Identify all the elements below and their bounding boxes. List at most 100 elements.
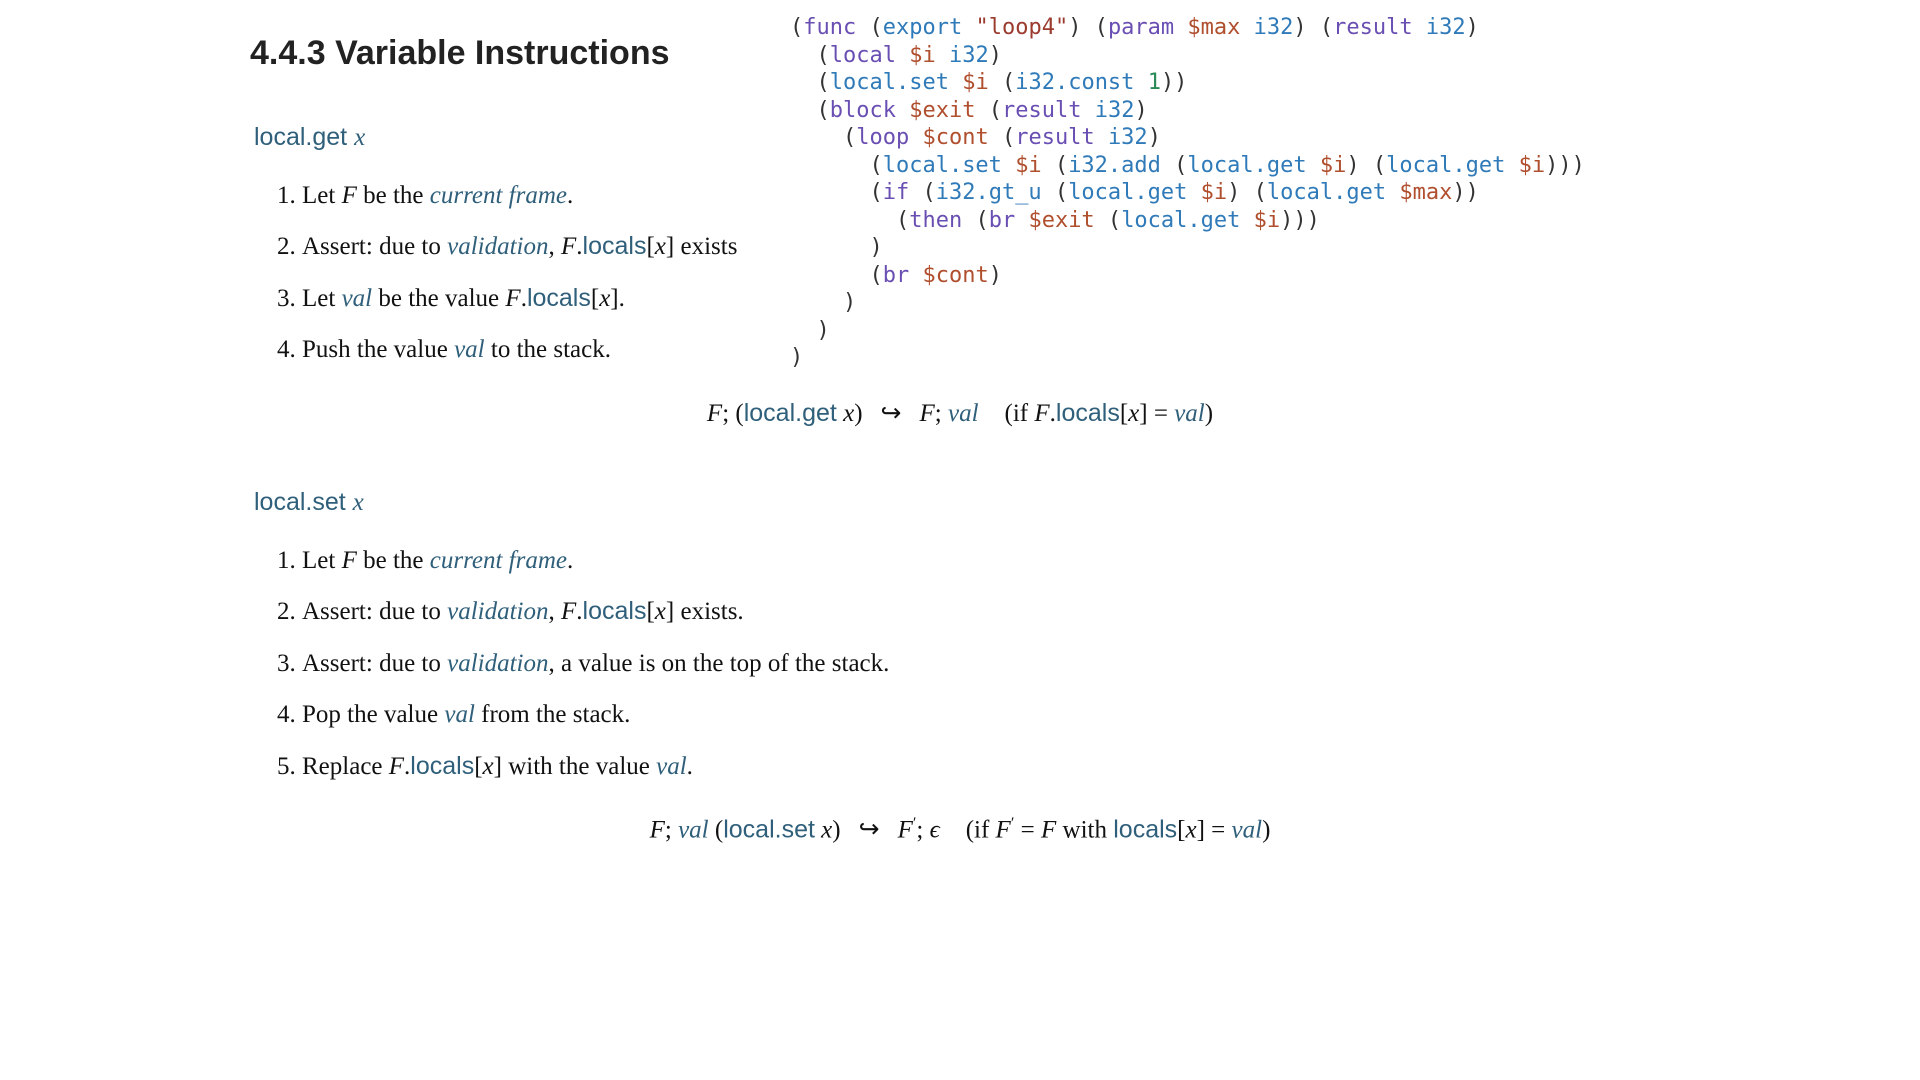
var-x: x xyxy=(354,124,365,151)
c xyxy=(1002,153,1015,178)
c: block xyxy=(830,98,896,123)
c xyxy=(909,263,922,288)
c: ( xyxy=(856,15,883,40)
c: $i xyxy=(1201,180,1228,205)
c: $i xyxy=(1015,153,1042,178)
c: local.get xyxy=(1121,208,1240,233)
math-x: x xyxy=(843,400,854,427)
c xyxy=(1081,98,1094,123)
math-F: F xyxy=(1034,400,1049,427)
math-val: val xyxy=(444,701,475,728)
c: i32 xyxy=(949,43,989,68)
step: Pop the value val from the stack. xyxy=(302,696,1670,734)
math-F: F xyxy=(919,400,934,427)
c: ) xyxy=(790,345,803,370)
c: ( xyxy=(790,208,909,233)
text: with xyxy=(1056,816,1113,843)
link-validation[interactable]: validation xyxy=(447,598,548,625)
link-validation[interactable]: validation xyxy=(447,233,548,260)
text: if xyxy=(1013,400,1035,427)
math-x: x xyxy=(483,753,494,780)
c: local.get xyxy=(1187,153,1306,178)
c: i32 xyxy=(1108,125,1148,150)
c xyxy=(1187,180,1200,205)
c: br xyxy=(883,263,910,288)
c xyxy=(1307,153,1320,178)
text: Assert: due to xyxy=(302,233,447,260)
link-current-frame[interactable]: current frame xyxy=(430,547,567,574)
math-F: F xyxy=(1041,816,1056,843)
keyword-locals: locals xyxy=(527,284,591,312)
keyword-locals: locals xyxy=(583,232,647,260)
var-x: x xyxy=(353,489,364,516)
local-set-steps: Let F be the current frame. Assert: due … xyxy=(276,542,1670,786)
c xyxy=(1505,153,1518,178)
text: exists xyxy=(674,233,737,260)
c: ( xyxy=(975,98,1002,123)
link-current-frame[interactable]: current frame xyxy=(430,182,567,209)
prime: ′ xyxy=(913,814,917,832)
math-F: F xyxy=(342,547,357,574)
c: ) xyxy=(1134,98,1147,123)
text: to the stack. xyxy=(485,336,611,363)
c: ( xyxy=(909,180,936,205)
text: with the value xyxy=(502,753,656,780)
c: $i xyxy=(962,70,989,95)
math-F: F xyxy=(389,753,404,780)
c: then xyxy=(909,208,962,233)
c: ) xyxy=(1466,15,1479,40)
step: Replace F.locals[x] with the value val. xyxy=(302,748,1670,786)
reduction-local-get: F; (local.get x)↪F; val(if F.locals[x] =… xyxy=(250,395,1670,433)
c: i32 xyxy=(1095,98,1135,123)
text: Assert: due to xyxy=(302,650,447,677)
c: ( xyxy=(989,70,1016,95)
c: $i xyxy=(909,43,936,68)
math-x: x xyxy=(655,598,666,625)
c: result xyxy=(1002,98,1081,123)
text: , xyxy=(549,598,562,625)
text: , a value is on the top of the stack. xyxy=(549,650,890,677)
math-F: F xyxy=(898,816,913,843)
c: $cont xyxy=(922,263,988,288)
c: local.get xyxy=(1267,180,1386,205)
arrow-icon: ↪ xyxy=(881,395,902,433)
c: ) xyxy=(1148,125,1161,150)
text: be the xyxy=(357,182,430,209)
text: . xyxy=(567,547,573,574)
keyword-local-set: local.set xyxy=(723,815,815,843)
text: Let xyxy=(302,182,342,209)
c: ) ( xyxy=(1346,153,1386,178)
c: $i xyxy=(1519,153,1546,178)
step: Let F be the current frame. xyxy=(302,542,1670,580)
c: result xyxy=(1333,15,1412,40)
c: )) xyxy=(1161,70,1188,95)
c xyxy=(949,70,962,95)
math-x: x xyxy=(655,233,666,260)
keyword-local-get: local.get xyxy=(744,399,837,427)
c: local.get xyxy=(1068,180,1187,205)
c: i32 xyxy=(1254,15,1294,40)
c: ) xyxy=(790,235,883,260)
wasm-code-overlay: (func (export "loop4") (param $max i32) … xyxy=(790,14,1585,372)
step: Assert: due to validation, F.locals[x] e… xyxy=(302,593,1670,631)
c: i32.const xyxy=(1015,70,1134,95)
link-validation[interactable]: validation xyxy=(447,650,548,677)
text: be the value xyxy=(372,285,505,312)
c: "loop4" xyxy=(975,15,1068,40)
math-val: val xyxy=(656,753,687,780)
c: i32.gt_u xyxy=(936,180,1042,205)
c: $max xyxy=(1399,180,1452,205)
math-F: F xyxy=(505,285,520,312)
c xyxy=(896,98,909,123)
c: br xyxy=(989,208,1016,233)
keyword-locals: locals xyxy=(410,752,474,780)
c: ( xyxy=(790,15,803,40)
text: = xyxy=(1148,400,1175,427)
text: Push the value xyxy=(302,336,454,363)
text: Let xyxy=(302,547,342,574)
c: i32.add xyxy=(1068,153,1161,178)
c: ( xyxy=(989,125,1016,150)
c: ) xyxy=(989,43,1002,68)
c xyxy=(1015,208,1028,233)
c xyxy=(1095,125,1108,150)
